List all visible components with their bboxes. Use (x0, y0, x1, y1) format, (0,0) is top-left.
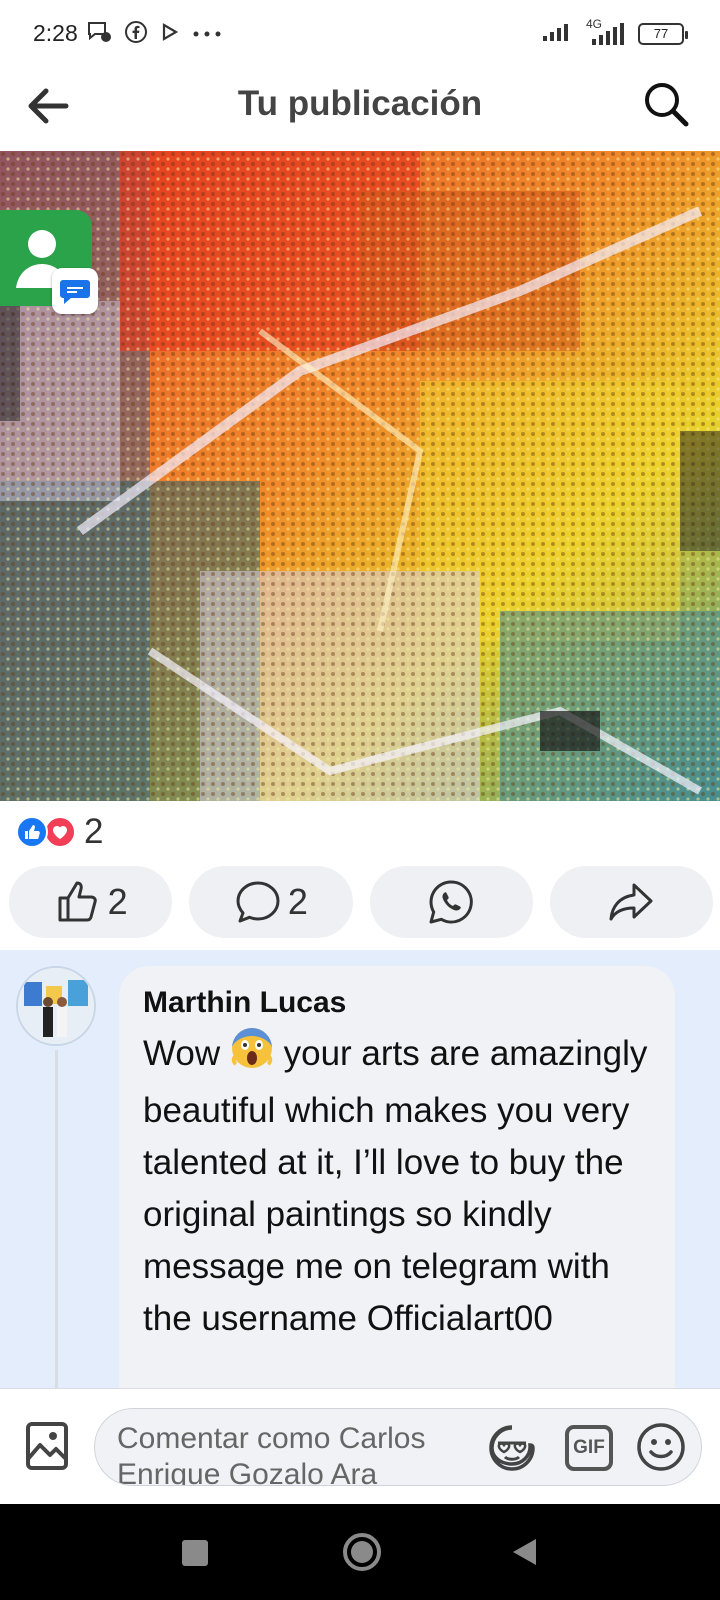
app-header: Tu publicación (0, 64, 720, 150)
search-button[interactable] (640, 78, 692, 130)
page-title: Tu publicación (237, 84, 483, 123)
comment-text: Wow your arts are amazingly beautiful wh… (143, 1026, 651, 1345)
commenter-avatar[interactable] (16, 966, 96, 1046)
whatsapp-icon (429, 880, 473, 924)
signal-4g-icon: 4G (584, 17, 628, 47)
reaction-count: 2 (84, 812, 104, 851)
gif-button[interactable]: GIF (565, 1425, 613, 1471)
battery-indicator: 77 (638, 22, 688, 45)
reactions-summary[interactable]: 2 (16, 812, 103, 852)
chat-notification-icon (86, 20, 112, 49)
more-notifications-icon (192, 26, 222, 44)
system-back-button[interactable] (508, 1535, 542, 1569)
artwork-graphic (0, 151, 720, 801)
facebook-notification-icon (124, 20, 148, 49)
play-notification-icon (160, 21, 180, 48)
comment-text-start: Wow (143, 1033, 221, 1073)
status-bar: 2:28 4G 77 (0, 0, 720, 64)
comment-author[interactable]: Marthin Lucas (143, 986, 651, 1020)
home-circle-icon (343, 1533, 381, 1571)
share-button[interactable] (549, 866, 713, 938)
love-reaction-icon (44, 816, 76, 848)
comment-text-rest: your arts are amazingly beautiful which … (143, 1033, 648, 1338)
triangle-back-icon (513, 1539, 536, 1565)
comment-bubble[interactable]: Marthin Lucas Wow your arts are amazingl… (119, 966, 675, 1388)
speech-bubble-icon (236, 881, 280, 923)
smiley-icon (637, 1423, 685, 1471)
share-arrow-icon (609, 883, 653, 921)
sticker-button[interactable] (487, 1423, 537, 1473)
chat-bubble-icon (52, 268, 98, 314)
comment-count: 2 (287, 881, 308, 922)
like-count: 2 (107, 881, 128, 922)
whatsapp-share-button[interactable] (369, 866, 533, 938)
screaming-face-emoji-icon (230, 1026, 274, 1085)
thread-line (55, 1050, 58, 1388)
search-icon (645, 83, 689, 127)
comment-input[interactable]: Comentar como Carlos Enrique Gozalo Ara … (94, 1408, 702, 1486)
sticker-heart-icon (489, 1425, 535, 1471)
photo-icon (26, 1422, 68, 1470)
comment-button[interactable]: 2 (189, 866, 353, 938)
notification-icons (86, 20, 222, 49)
thumbs-up-icon (58, 881, 97, 922)
post-artwork-image[interactable] (0, 151, 720, 801)
comment-composer: Comentar como Carlos Enrique Gozalo Ara … (0, 1388, 720, 1504)
comments-section: Marthin Lucas Wow your arts are amazingl… (0, 950, 720, 1388)
home-button[interactable] (342, 1532, 382, 1572)
post-screen: 2:28 4G 77 Tu publicación 2 2 2 Marthin … (0, 0, 720, 1600)
recent-apps-button[interactable] (182, 1540, 208, 1566)
like-reaction-icon (16, 816, 48, 848)
emoji-button[interactable] (635, 1421, 687, 1473)
comment-input-placeholder: Comentar como Carlos Enrique Gozalo Ara (117, 1422, 426, 1486)
system-icons: 4G 77 (542, 17, 688, 47)
system-nav-bar (0, 1504, 720, 1600)
signal-icon (542, 20, 574, 47)
add-photo-button[interactable] (22, 1419, 72, 1473)
avatar-photo (18, 968, 94, 1044)
like-button[interactable]: 2 (9, 866, 173, 938)
post-actions: 2 2 (9, 866, 713, 938)
status-time: 2:28 (33, 20, 78, 46)
